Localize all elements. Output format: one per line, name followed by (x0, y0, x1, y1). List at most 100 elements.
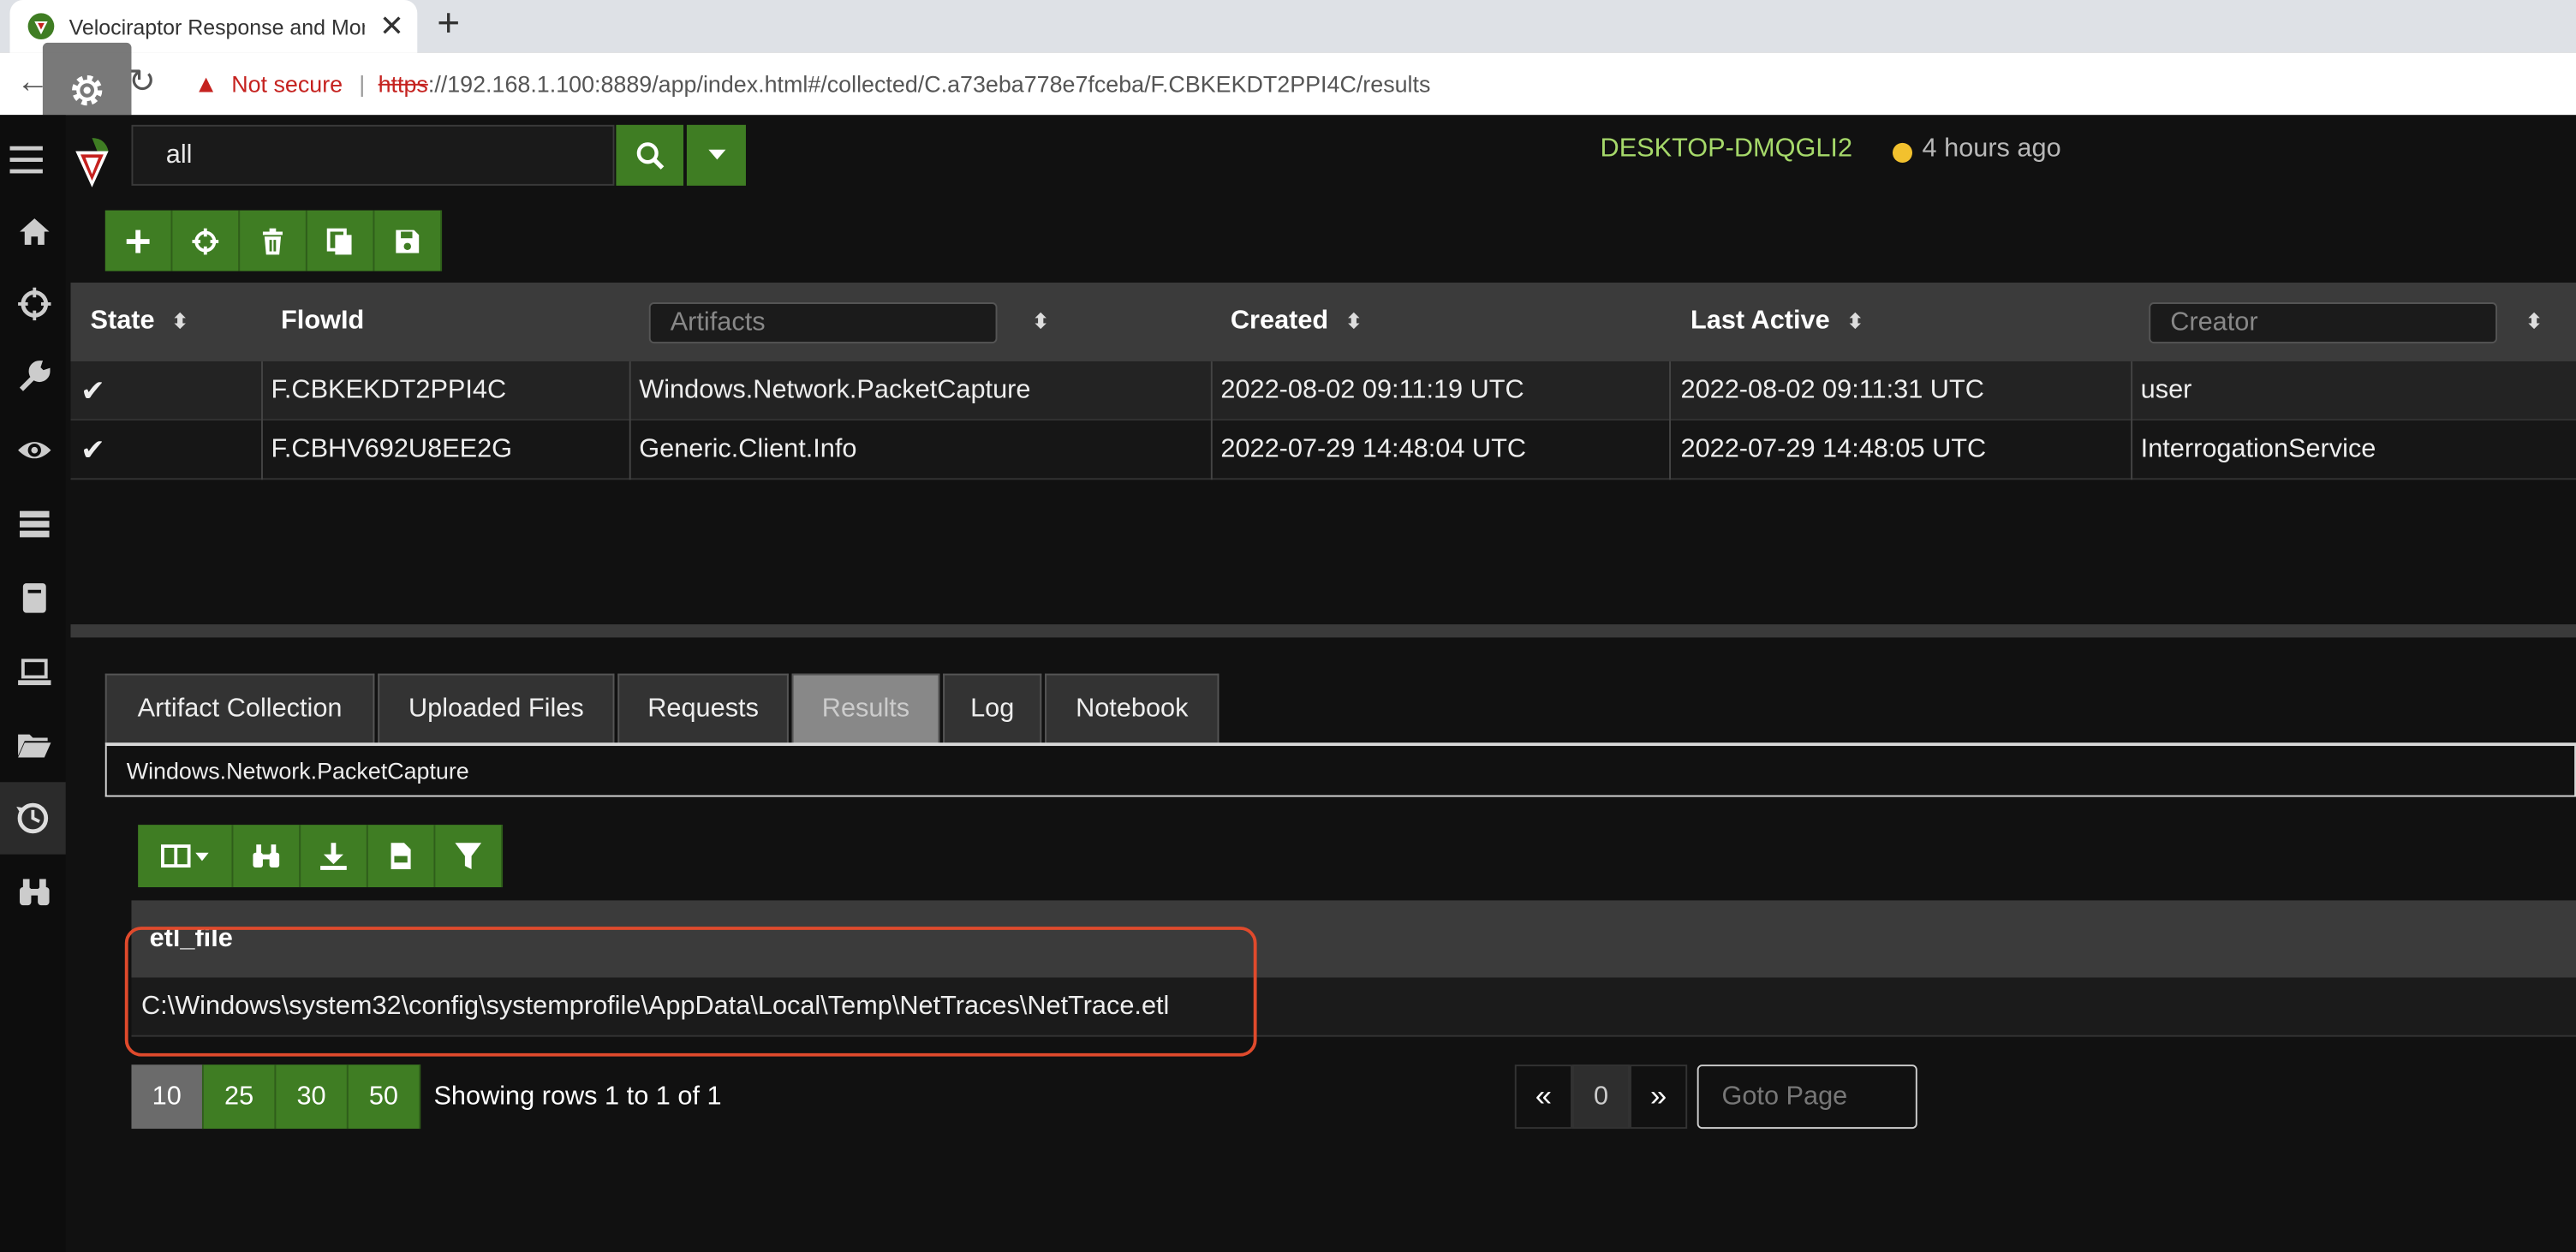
artifacts-sort[interactable]: ⬍ (1016, 283, 1050, 361)
goto-page-input[interactable]: Goto Page (1696, 1064, 1917, 1130)
results-toolbar (138, 825, 504, 888)
target-button[interactable] (172, 210, 241, 271)
url-text: ://192.168.1.100:8889/app/index.html#/co… (427, 70, 1431, 98)
sort-icon[interactable]: ⬍ (171, 309, 189, 336)
url-field[interactable]: ▲ Not secure | https ://192.168.1.100:88… (177, 59, 2560, 109)
folder-icon[interactable] (13, 723, 56, 766)
browser-tab-title: Velociraptor Response and Moni (69, 14, 365, 39)
client-search-input[interactable]: all (131, 124, 615, 186)
tab-notebook[interactable]: Notebook (1045, 673, 1219, 745)
column-divider (1210, 361, 1213, 480)
artifact-selector[interactable]: Windows.Network.PacketCapture (104, 746, 2576, 797)
page-size-25-button[interactable]: 25 (203, 1064, 277, 1130)
eye-icon[interactable] (13, 429, 56, 472)
tab-results[interactable]: Results (791, 673, 940, 745)
column-divider (629, 361, 631, 480)
crosshair-icon (192, 227, 219, 254)
page-size-50-button[interactable]: 50 (348, 1064, 421, 1130)
column-divider (1669, 361, 1672, 480)
binoculars-icon (253, 844, 280, 868)
new-collection-button[interactable] (104, 210, 173, 271)
home-icon[interactable] (13, 211, 56, 253)
warning-icon: ▲ (194, 69, 218, 98)
tab-artifact-collection[interactable]: Artifact Collection (104, 673, 375, 745)
column-state[interactable]: State ⬍ (91, 283, 189, 361)
tab-requests[interactable]: Requests (617, 673, 789, 745)
export-csv-button[interactable] (367, 825, 436, 888)
velociraptor-logo[interactable] (69, 134, 116, 190)
client-hostname[interactable]: DESKTOP-DMQGLI2 (1601, 134, 1853, 164)
download-button[interactable] (301, 825, 368, 888)
download-icon (320, 843, 347, 870)
server-icon[interactable] (13, 503, 56, 546)
column-selector-button[interactable] (138, 825, 234, 888)
copy-flow-button[interactable] (307, 210, 375, 271)
annotation-highlight-box (124, 927, 1257, 1057)
history-icon[interactable] (0, 782, 66, 855)
gear-icon (72, 75, 103, 106)
prev-page-button[interactable]: « (1514, 1064, 1572, 1130)
flow-toolbar (104, 210, 443, 271)
reload-icon[interactable]: ↻ (128, 66, 156, 98)
flow-detail-tabs: Artifact Collection Uploaded Files Reque… (104, 673, 1223, 745)
binoculars-icon[interactable] (13, 871, 56, 914)
next-page-button[interactable]: » (1630, 1064, 1688, 1130)
tab-log[interactable]: Log (943, 673, 1042, 745)
copy-icon (326, 227, 352, 254)
address-bar: ← ↻ ▲ Not secure | https ://192.168.1.10… (0, 52, 2576, 116)
wrench-icon[interactable] (13, 355, 56, 397)
not-secure-label[interactable]: Not secure (231, 70, 343, 97)
page-size-10-button[interactable]: 10 (131, 1064, 204, 1130)
trash-icon (262, 227, 283, 254)
row-dividers (70, 361, 2576, 480)
app-body: all DESKTOP-DMQGLI2 4 hours ago State ⬍ … (0, 115, 2576, 1252)
sort-icon[interactable]: ⬍ (1345, 309, 1363, 336)
sidebar (0, 115, 66, 1252)
column-flowid: FlowId (281, 307, 365, 336)
plus-icon (126, 229, 150, 253)
page-size-30-button[interactable]: 30 (276, 1064, 349, 1130)
page-navigation: « 0 » Goto Page (1514, 1064, 1917, 1130)
browser-tab-bar: Velociraptor Response and Moni ✕ + (0, 0, 2576, 53)
crosshair-icon[interactable] (13, 283, 56, 325)
velociraptor-favicon-icon (27, 13, 55, 40)
save-flow-button[interactable] (374, 210, 443, 271)
pane-splitter[interactable] (70, 624, 2576, 638)
artifacts-filter-input[interactable]: Artifacts (648, 302, 998, 343)
filter-button[interactable] (435, 825, 504, 888)
laptop-icon[interactable] (13, 651, 56, 694)
caret-down-icon (707, 149, 725, 160)
sort-icon[interactable]: ⬍ (1032, 309, 1050, 336)
tab-close-icon[interactable]: ✕ (379, 10, 404, 43)
search-dropdown-button[interactable] (686, 124, 746, 186)
menu-icon[interactable] (5, 138, 48, 181)
tab-uploaded-files[interactable]: Uploaded Files (378, 673, 615, 745)
rows-summary: Showing rows 1 to 1 of 1 (433, 1082, 722, 1111)
creator-filter-input[interactable]: Creator (2149, 302, 2497, 343)
columns-icon (160, 844, 208, 868)
client-last-seen: 4 hours ago (1922, 134, 2061, 163)
separator: | (359, 70, 366, 98)
page-size-selector: 10 25 30 50 Showing rows 1 to 1 of 1 (131, 1064, 722, 1130)
delete-flow-button[interactable] (240, 210, 307, 271)
column-created[interactable]: Created ⬍ (1231, 283, 1363, 361)
csv-file-icon (391, 843, 411, 869)
client-status-dot (1892, 142, 1913, 163)
column-divider (261, 361, 263, 480)
search-results-button[interactable] (233, 825, 301, 888)
flows-table-header: State ⬍ FlowId Artifacts ⬍ Created ⬍ Las… (70, 282, 2576, 362)
save-icon (396, 229, 420, 253)
creator-sort[interactable]: ⬍ (2508, 283, 2543, 361)
screen: Velociraptor Response and Moni ✕ + ← ↻ ▲… (0, 0, 2576, 1252)
search-icon (635, 141, 664, 169)
new-tab-button[interactable]: + (437, 3, 460, 46)
column-last-active[interactable]: Last Active ⬍ (1690, 283, 1864, 361)
flows-table: State ⬍ FlowId Artifacts ⬍ Created ⬍ Las… (70, 282, 2576, 480)
current-page[interactable]: 0 (1571, 1064, 1631, 1130)
column-divider (2131, 361, 2133, 480)
sort-icon[interactable]: ⬍ (1846, 309, 1864, 336)
url-scheme: https (378, 70, 428, 98)
book-icon[interactable] (13, 576, 56, 619)
search-button[interactable] (616, 124, 684, 186)
sort-icon[interactable]: ⬍ (2525, 309, 2543, 336)
